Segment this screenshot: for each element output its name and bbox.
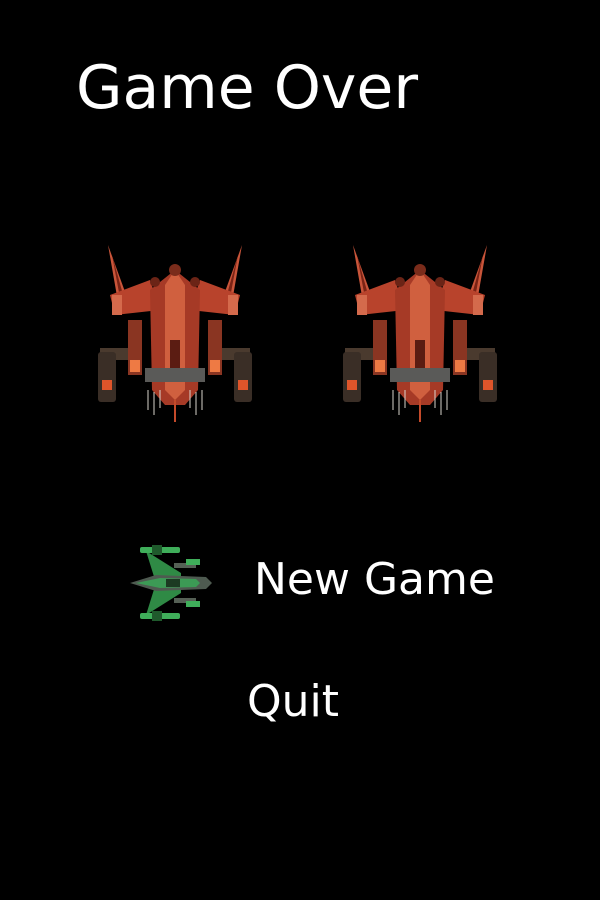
player-ship-cursor-icon <box>130 545 212 621</box>
quit-button[interactable]: Quit <box>247 676 339 728</box>
game-over-title: Game Over <box>76 53 419 123</box>
new-game-button[interactable]: New Game <box>254 554 495 606</box>
enemy-ship-icon <box>342 244 498 423</box>
enemy-ship-icon <box>98 245 252 422</box>
